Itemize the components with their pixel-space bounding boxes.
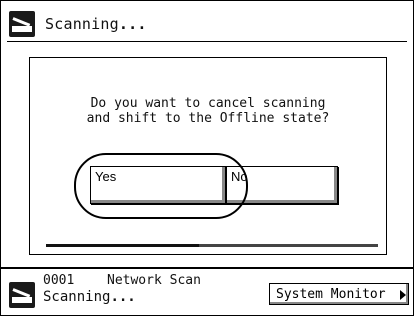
scanner-icon bbox=[9, 282, 35, 308]
device-screen: Scanning... Do you want to cancel scanni… bbox=[0, 0, 414, 316]
progress-bar bbox=[46, 244, 378, 247]
cancel-scan-dialog: Do you want to cancel scanning and shift… bbox=[29, 57, 387, 255]
page-title: Scanning... bbox=[45, 15, 147, 33]
arrow-right-icon bbox=[400, 290, 406, 300]
scanner-icon bbox=[9, 11, 35, 37]
title-ellipsis: ... bbox=[118, 15, 147, 33]
system-monitor-label: System Monitor bbox=[276, 287, 386, 302]
scanner-base-shape bbox=[12, 297, 32, 303]
progress-bar-fill bbox=[46, 244, 199, 247]
job-status-text: Scanning bbox=[43, 289, 111, 305]
job-number: 0001 bbox=[43, 273, 75, 288]
job-status-ellipsis: ... bbox=[110, 289, 136, 305]
selection-highlight-ring bbox=[74, 153, 248, 219]
scanner-base-shape bbox=[12, 26, 32, 32]
status-bar: 0001 Network Scan Scanning... System Mon… bbox=[1, 267, 413, 315]
system-monitor-button[interactable]: System Monitor bbox=[269, 283, 409, 305]
job-name: Network Scan bbox=[107, 273, 201, 288]
title-text: Scanning bbox=[45, 15, 119, 33]
dialog-message: Do you want to cancel scanning and shift… bbox=[86, 96, 330, 126]
job-status: Scanning... bbox=[43, 289, 136, 305]
title-bar: Scanning... bbox=[7, 7, 407, 42]
